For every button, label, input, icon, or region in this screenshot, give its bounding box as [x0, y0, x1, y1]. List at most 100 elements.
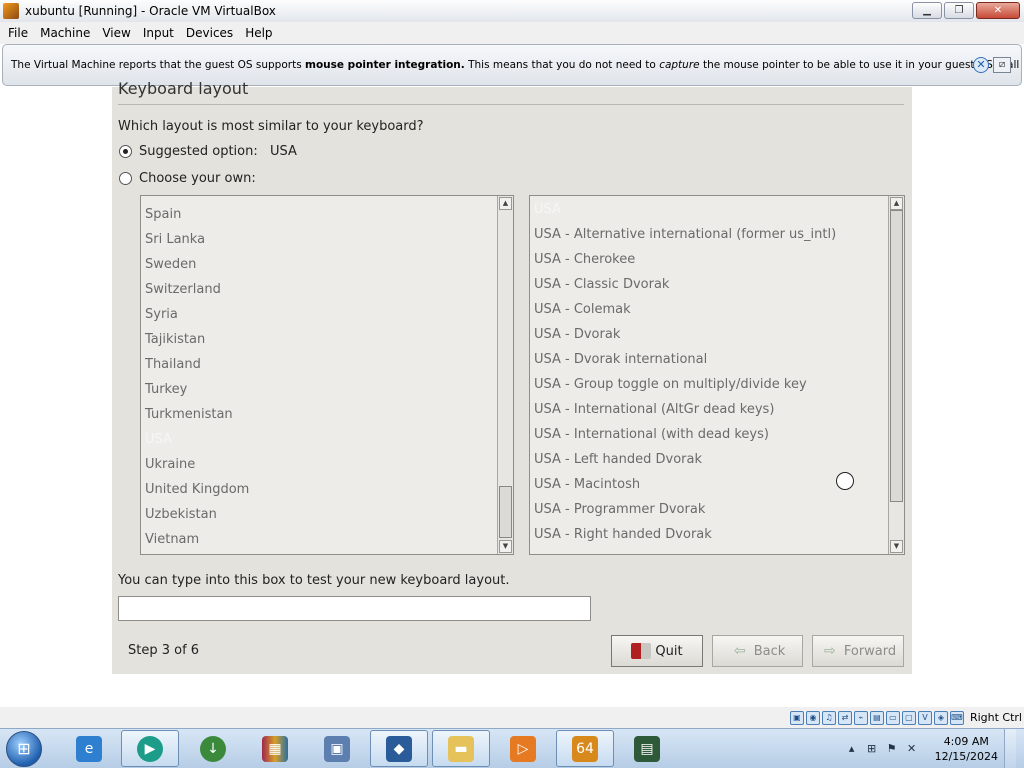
country-scrollbar[interactable]: ▲ ▼	[497, 196, 513, 554]
video-capture-icon[interactable]: ▢	[901, 710, 916, 725]
list-item[interactable]: USA - International (with dead keys)	[530, 422, 888, 447]
variant-scrollbar[interactable]: ▲ ▼	[888, 196, 904, 554]
keyboard-test-input[interactable]	[118, 596, 591, 621]
scroll-up-icon[interactable]: ▲	[499, 197, 512, 210]
taskbar-app-virtualbox[interactable]: ◆	[370, 730, 428, 767]
choose-own-label[interactable]: Choose your own:	[139, 171, 256, 186]
list-item[interactable]: United Kingdom	[141, 477, 497, 502]
virtualization-icon[interactable]: V	[917, 710, 932, 725]
test-box-label: You can type into this box to test your …	[118, 573, 510, 588]
forward-button[interactable]: ⇨ Forward	[812, 635, 904, 667]
network-icon[interactable]: ⇄	[837, 710, 852, 725]
list-item[interactable]: Sweden	[141, 252, 497, 277]
clock-date: 12/15/2024	[934, 750, 998, 763]
menu-machine[interactable]: Machine	[34, 26, 96, 40]
optical-drive-icon[interactable]: ◉	[805, 710, 820, 725]
minimize-button[interactable]: ▁	[912, 2, 942, 19]
scroll-down-icon[interactable]: ▼	[499, 540, 512, 553]
menu-view[interactable]: View	[96, 26, 136, 40]
list-item[interactable]: Turkey	[141, 377, 497, 402]
taskbar-app-media-player[interactable]: ▷	[494, 730, 552, 767]
list-item[interactable]: Switzerland	[141, 277, 497, 302]
show-desktop-button[interactable]	[1004, 729, 1016, 768]
list-item[interactable]: Vietnam	[141, 527, 497, 552]
quit-button[interactable]: Quit	[611, 635, 703, 667]
clock[interactable]: 4:09 AM 12/15/2024	[935, 734, 998, 764]
menu-help[interactable]: Help	[239, 26, 278, 40]
console-icon: ▤	[634, 735, 660, 762]
list-item[interactable]: Thailand	[141, 352, 497, 377]
list-item[interactable]: USA - Programmer Dvorak	[530, 497, 888, 522]
list-item[interactable]: USA - Group toggle on multiply/divide ke…	[530, 372, 888, 397]
mouse-integration-icon[interactable]: ◈	[933, 710, 948, 725]
taskbar-app-virtualbox-vm[interactable]: 64	[556, 730, 614, 767]
show-hidden-icons-icon[interactable]: ▴	[845, 742, 859, 756]
usb-icon[interactable]: ⌁	[853, 710, 868, 725]
list-item[interactable]: Uzbekistan	[141, 502, 497, 527]
list-item[interactable]: Sri Lanka	[141, 227, 497, 252]
list-item[interactable]: Syria	[141, 302, 497, 327]
list-item[interactable]: USA - Dvorak international	[530, 347, 888, 372]
suggested-option-label[interactable]: Suggested option:	[139, 144, 258, 159]
taskbar-app-media[interactable]: ▶	[121, 730, 179, 767]
audio-icon[interactable]: ♫	[821, 710, 836, 725]
network-tray-icon[interactable]: ⊞	[865, 742, 879, 756]
list-item[interactable]: Spain	[141, 202, 497, 227]
list-item-selected[interactable]: USA	[141, 427, 497, 452]
list-item[interactable]: USA - Colemak	[530, 297, 888, 322]
scroll-thumb[interactable]	[890, 210, 903, 502]
taskbar-app-download-manager[interactable]: ↓	[184, 730, 242, 767]
display-icon[interactable]: ▭	[885, 710, 900, 725]
taskbar-app-winrar[interactable]: ▦	[246, 730, 304, 767]
volume-muted-icon[interactable]: ✕	[905, 742, 919, 756]
do-not-show-again-icon[interactable]: ⧄	[993, 57, 1011, 73]
scroll-thumb[interactable]	[499, 486, 512, 538]
notice-text: The Virtual Machine reports that the gue…	[11, 59, 1021, 71]
restore-button[interactable]: ❐	[944, 2, 974, 19]
list-item-selected[interactable]: USA	[530, 197, 888, 222]
list-item[interactable]: USA - Cherokee	[530, 247, 888, 272]
list-item[interactable]: USA - Macintosh	[530, 472, 888, 497]
back-label: Back	[753, 643, 786, 659]
list-item[interactable]: USA - Right handed Dvorak	[530, 522, 888, 547]
suggested-option-radio[interactable]	[119, 145, 132, 158]
list-item[interactable]: USA - Classic Dvorak	[530, 272, 888, 297]
choose-own-radio[interactable]	[119, 172, 132, 185]
country-list[interactable]: Spain Sri Lanka Sweden Switzerland Syria…	[140, 195, 514, 555]
menu-file[interactable]: File	[2, 26, 34, 40]
keyboard-capture-icon[interactable]: ⌨	[949, 710, 964, 725]
list-item[interactable]: USA - Dvorak	[530, 322, 888, 347]
taskbar-app-internet-explorer[interactable]: e	[60, 730, 118, 767]
list-item[interactable]: Tajikistan	[141, 327, 497, 352]
shared-folders-icon[interactable]: ▤	[869, 710, 884, 725]
variant-list[interactable]: USA USA - Alternative international (for…	[529, 195, 905, 555]
back-button[interactable]: ⇦ Back	[712, 635, 803, 667]
hard-disk-icon[interactable]: ▣	[789, 710, 804, 725]
close-notice-icon[interactable]: ✕	[973, 57, 989, 73]
close-button[interactable]: ✕	[976, 2, 1020, 19]
scroll-up-icon[interactable]: ▲	[890, 197, 903, 210]
list-item[interactable]: Turkmenistan	[141, 402, 497, 427]
vm-screen[interactable]: Keyboard layout Which layout is most sim…	[0, 79, 1024, 707]
vm-window-icon: 64	[572, 735, 598, 762]
forward-label: Forward	[843, 643, 897, 659]
host-key-label: Right Ctrl	[969, 711, 1022, 724]
window-titlebar[interactable]: xubuntu [Running] - Oracle VM VirtualBox…	[0, 0, 1024, 22]
start-button[interactable]: ⊞	[6, 731, 42, 767]
layout-question: Which layout is most similar to your key…	[118, 119, 424, 134]
list-item[interactable]: USA - Alternative international (former …	[530, 222, 888, 247]
system-tray: ▴ ⊞ ⚑ ✕ 4:09 AM 12/15/2024	[845, 729, 1024, 768]
action-center-flag-icon[interactable]: ⚑	[885, 742, 899, 756]
menu-devices[interactable]: Devices	[180, 26, 239, 40]
list-item[interactable]: USA - Left handed Dvorak	[530, 447, 888, 472]
clock-time: 4:09 AM	[943, 735, 989, 748]
media-player-icon: ▷	[510, 735, 536, 762]
list-item[interactable]: USA - International (AltGr dead keys)	[530, 397, 888, 422]
list-item[interactable]: Ukraine	[141, 452, 497, 477]
taskbar-app-console[interactable]: ▤	[618, 730, 676, 767]
taskbar-app-setup[interactable]: ▣	[308, 730, 366, 767]
menu-bar: File Machine View Input Devices Help	[0, 22, 1024, 44]
taskbar-app-explorer[interactable]: ▬	[432, 730, 490, 767]
scroll-down-icon[interactable]: ▼	[890, 540, 903, 553]
menu-input[interactable]: Input	[137, 26, 180, 40]
